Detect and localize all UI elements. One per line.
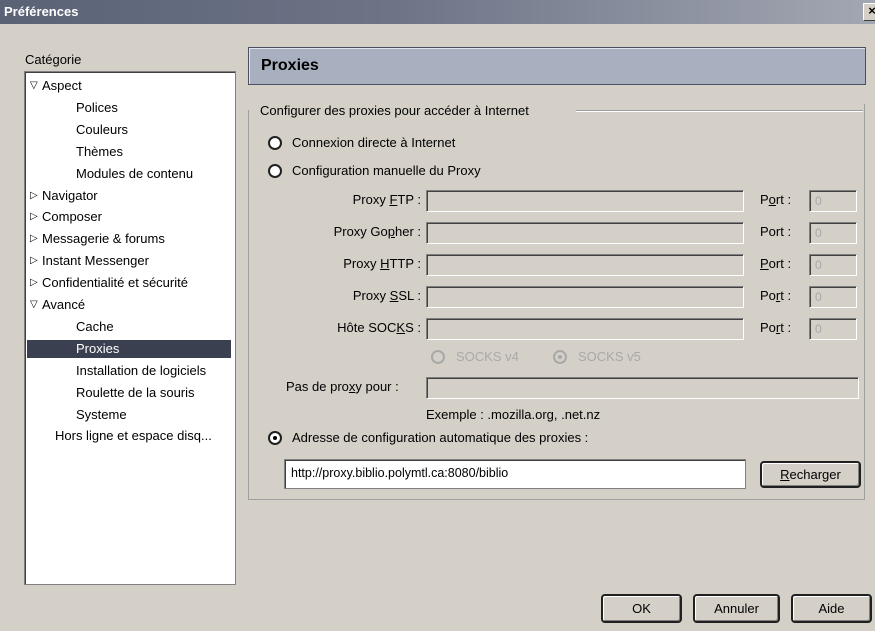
radio-manual-proxy[interactable] [268, 164, 282, 178]
proxy-host-input[interactable] [426, 254, 744, 276]
tree-item-label: Composer [42, 209, 102, 225]
close-icon[interactable]: × [863, 3, 875, 21]
tree-item[interactable]: Polices [25, 98, 235, 118]
radio-socks-v4[interactable] [431, 350, 445, 364]
radio-auto-config[interactable] [268, 431, 282, 445]
tree-item[interactable]: ▷ Composer [25, 207, 235, 227]
no-proxy-label-part: y pour : [355, 379, 399, 394]
tree-item-label: Proxies [76, 340, 120, 356]
tree-item-label: Roulette de la souris [76, 384, 195, 400]
no-proxy-field[interactable] [426, 377, 859, 399]
proxy-port-input[interactable]: 0 [809, 222, 857, 244]
no-proxy-label: Pas de proxy pour : [286, 379, 399, 394]
example-text: Exemple : .mozilla.org, .net.nz [426, 407, 601, 422]
socks-v4-label: SOCKS v4 [456, 349, 519, 364]
reload-label-part: echarger [789, 467, 841, 482]
proxy-row-label: Proxy HTTP : [343, 256, 421, 271]
tree-item[interactable]: Couleurs [25, 120, 235, 140]
radio-manual-label: Configuration manuelle du Proxy [292, 163, 481, 178]
tree-item-label: Systeme [76, 406, 127, 422]
panel-title: Proxies [261, 57, 319, 74]
tree-item[interactable]: ▽ Avancé [25, 295, 235, 315]
group-title: Configurer des proxies pour accéder à In… [260, 103, 535, 118]
selection-highlight [27, 339, 231, 358]
socks-v5-label: SOCKS v5 [578, 349, 641, 364]
tree-item[interactable]: ▷ Confidentialité et sécurité [25, 273, 235, 293]
reload-label-accel: R [780, 467, 790, 482]
tree-item-label: Hors ligne et espace disq... [55, 428, 212, 444]
proxy-port-input[interactable]: 0 [809, 286, 857, 308]
no-proxy-label-part: Pas de pro [286, 379, 349, 394]
tree-item-label: Installation de logiciels [76, 362, 207, 378]
proxy-host-input[interactable] [426, 190, 744, 212]
proxy-port-input[interactable]: 0 [809, 318, 857, 340]
group-border [248, 110, 249, 500]
tree-item[interactable]: Cache [25, 317, 235, 337]
tree-item[interactable]: ▷ Messagerie & forums [25, 229, 235, 249]
tree-item[interactable]: ▷ Instant Messenger [25, 251, 235, 271]
reload-button[interactable]: Recharger [760, 461, 861, 488]
tree-item[interactable]: Modules de contenu [25, 164, 235, 184]
tree-item[interactable]: Installation de logiciels [25, 361, 235, 381]
tree-item-label: Thèmes [76, 143, 123, 159]
proxy-port-input[interactable]: 0 [809, 190, 857, 212]
twisty-collapsed-icon[interactable]: ▷ [30, 229, 38, 249]
tree-item-label: Cache [76, 318, 114, 334]
port-label: Port : [760, 320, 792, 335]
proxy-row-label: Proxy FTP : [352, 192, 421, 207]
category-label: Catégorie [25, 52, 82, 67]
tree-item[interactable]: Hors ligne et espace disq... [25, 426, 235, 446]
port-label: Port : [760, 192, 792, 207]
tree-item-label: Navigator [42, 187, 98, 203]
proxy-row-label: Proxy Gopher : [333, 224, 421, 239]
tree-item[interactable]: Thèmes [25, 142, 235, 162]
tree-item-label: Messagerie & forums [42, 231, 165, 247]
radio-socks-v5[interactable] [553, 350, 567, 364]
twisty-expanded-icon[interactable]: ▽ [30, 76, 38, 96]
window-title: Préférences [4, 4, 79, 19]
auto-config-url-input[interactable]: http://proxy.biblio.polymtl.ca:8080/bibl… [284, 459, 746, 489]
tree-item-label: Polices [76, 99, 118, 115]
radio-auto-label: Adresse de configuration automatique des… [292, 430, 589, 445]
tree-item[interactable]: Systeme [25, 405, 235, 425]
twisty-collapsed-icon[interactable]: ▷ [30, 273, 38, 293]
port-label: Port : [760, 256, 792, 271]
tree-item-label: Instant Messenger [42, 253, 149, 269]
tree-item[interactable]: ▽ Aspect [25, 76, 235, 96]
tree-item[interactable]: ▷ Navigator [25, 186, 235, 206]
twisty-collapsed-icon[interactable]: ▷ [30, 207, 38, 227]
proxy-host-input[interactable] [426, 318, 744, 340]
ok-button[interactable]: OK [601, 594, 682, 623]
panel-header: Proxies [248, 47, 866, 85]
title-bar: Préférences × [0, 0, 875, 24]
group-border [576, 111, 863, 112]
tree-item-label: Couleurs [76, 121, 129, 137]
twisty-collapsed-icon[interactable]: ▷ [30, 251, 38, 271]
tree-item-label: Confidentialité et sécurité [42, 275, 188, 291]
tree-item[interactable]: Proxies [25, 339, 235, 359]
proxy-row-label: Proxy SSL : [352, 288, 421, 303]
proxy-host-input[interactable] [426, 222, 744, 244]
proxy-port-input[interactable]: 0 [809, 254, 857, 276]
category-tree[interactable]: ▽ Aspect Polices Couleurs Thèmes Modules de c… [24, 71, 236, 585]
cancel-button[interactable]: Annuler [693, 594, 780, 623]
radio-direct-connection[interactable] [268, 136, 282, 150]
proxy-row-label: Hôte SOCKS : [337, 320, 421, 335]
twisty-expanded-icon[interactable]: ▽ [30, 295, 38, 315]
tree-item[interactable]: Roulette de la souris [25, 383, 235, 403]
proxy-host-input[interactable] [426, 286, 744, 308]
tree-item-label: Modules de contenu [76, 165, 194, 181]
twisty-collapsed-icon[interactable]: ▷ [30, 186, 38, 206]
tree-item-label: Avancé [42, 297, 86, 312]
port-label: Port : [760, 224, 792, 239]
tree-item-label: Aspect [42, 78, 82, 93]
radio-direct-label: Connexion directe à Internet [292, 135, 456, 150]
help-button[interactable]: Aide [791, 594, 872, 623]
port-label: Port : [760, 288, 792, 303]
